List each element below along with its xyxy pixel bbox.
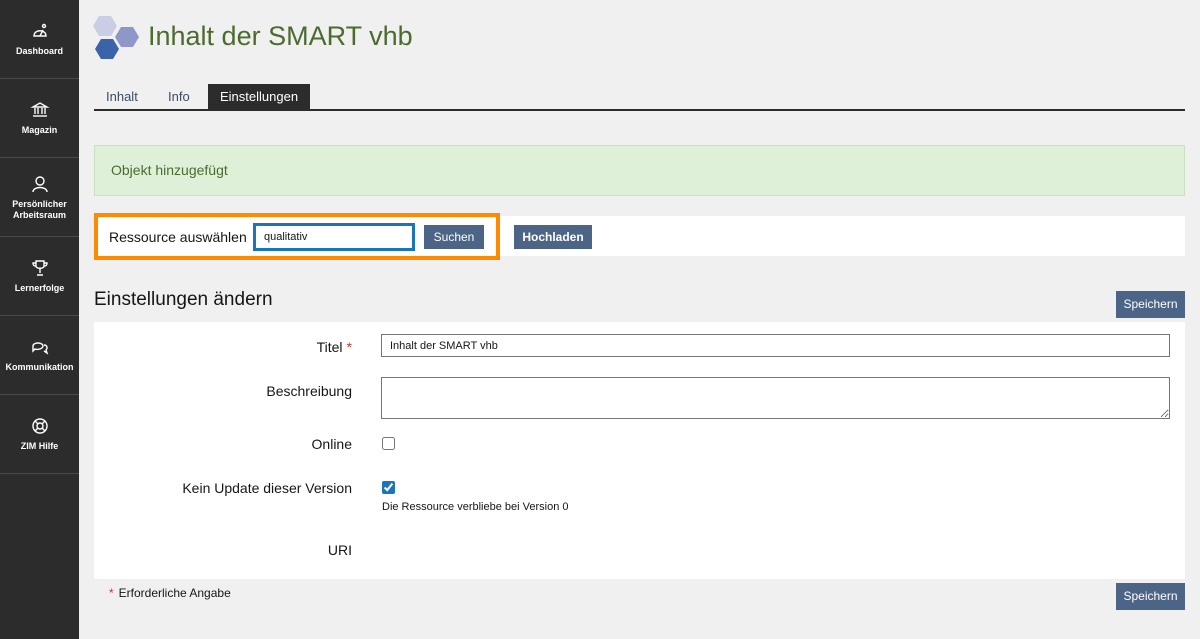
sidebar-item-arbeitsraum[interactable]: Persönlicher Arbeitsraum xyxy=(0,158,79,237)
dashboard-icon xyxy=(32,23,47,37)
save-button-bottom[interactable]: Speichern xyxy=(1116,583,1185,610)
resource-label: Ressource auswählen xyxy=(109,229,247,245)
sidebar-item-magazin[interactable]: Magazin xyxy=(0,79,79,158)
title-label: Titel * xyxy=(316,339,352,355)
settings-form xyxy=(94,322,1185,579)
chat-icon xyxy=(31,342,48,355)
save-button-top[interactable]: Speichern xyxy=(1116,291,1185,318)
section-title: Einstellungen ändern xyxy=(94,289,273,310)
title-input[interactable] xyxy=(381,334,1170,357)
sidebar-item-dashboard[interactable]: Dashboard xyxy=(0,0,79,79)
online-checkbox[interactable] xyxy=(382,437,395,450)
no-update-help-text: Die Ressource verbliebe bei Version 0 xyxy=(382,501,569,513)
tab-einstellungen[interactable]: Einstellungen xyxy=(208,84,311,109)
success-message: Objekt hinzugefügt xyxy=(94,145,1185,196)
search-button[interactable]: Suchen xyxy=(424,225,484,249)
page-title: Inhalt der SMART vhb xyxy=(148,21,413,51)
tab-info[interactable]: Info xyxy=(156,84,202,109)
sidebar-item-label: Dashboard xyxy=(15,46,63,56)
sidebar-item-zim-hilfe[interactable]: ZIM Hilfe xyxy=(0,395,79,474)
online-label: Online xyxy=(311,436,352,452)
sidebar-item-label: Kommunikation xyxy=(5,362,74,372)
lifebuoy-icon xyxy=(31,418,48,434)
main-sidebar: Dashboard Magazin Persönlicher Arbeitsra… xyxy=(0,0,79,639)
sidebar-item-lernerfolge[interactable]: Lernerfolge xyxy=(0,237,79,316)
person-icon xyxy=(31,175,48,192)
bank-icon xyxy=(29,102,50,117)
sidebar-item-label: Magazin xyxy=(21,125,58,135)
sidebar-item-label: Persönlicher Arbeitsraum xyxy=(12,198,67,220)
required-star: * xyxy=(346,339,352,355)
trophy-icon xyxy=(31,260,48,276)
uri-label: URI xyxy=(327,542,352,558)
resource-search-input[interactable] xyxy=(253,223,415,251)
sidebar-item-label: Lernerfolge xyxy=(14,283,65,293)
sidebar-item-label: ZIM Hilfe xyxy=(20,441,59,451)
no-update-checkbox[interactable] xyxy=(382,481,395,494)
description-textarea[interactable] xyxy=(381,377,1170,419)
description-label: Beschreibung xyxy=(266,383,352,399)
required-note: * Erforderliche Angabe xyxy=(109,586,231,600)
upload-button[interactable]: Hochladen xyxy=(514,225,592,249)
tab-inhalt[interactable]: Inhalt xyxy=(94,84,150,109)
no-update-label: Kein Update dieser Version xyxy=(182,480,352,496)
tab-bar: Inhalt Info Einstellungen xyxy=(94,84,1185,111)
sidebar-item-kommunikation[interactable]: Kommunikation xyxy=(0,316,79,395)
hexagon-logo-icon xyxy=(93,16,139,59)
